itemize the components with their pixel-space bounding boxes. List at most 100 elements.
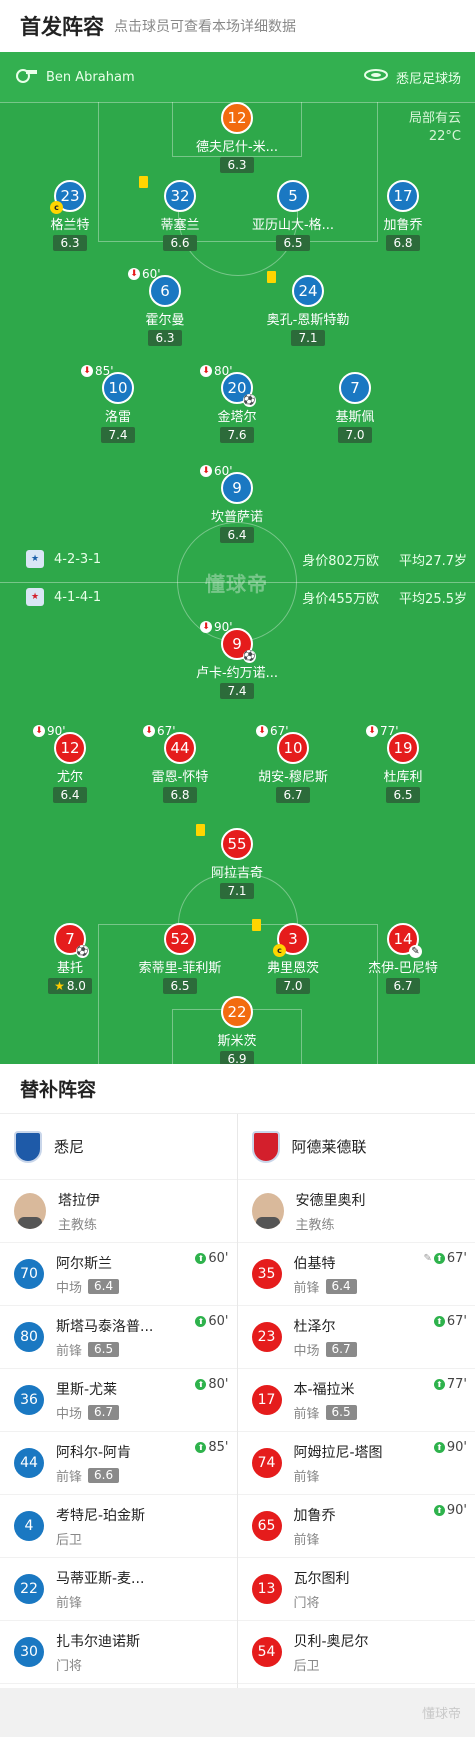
sub-position: 前锋 bbox=[56, 1469, 83, 1485]
sub-row-65[interactable]: 65 加鲁乔 前锋 ⬆ 90' bbox=[237, 1495, 475, 1558]
sub-position: 前锋 bbox=[293, 1280, 320, 1296]
home-coach-row[interactable]: 塔拉伊 主教练 bbox=[0, 1180, 237, 1243]
sub-name: 扎韦尔迪诺斯 bbox=[56, 1633, 140, 1650]
player-name: 阿拉吉奇 bbox=[210, 866, 263, 881]
star-icon: ★ bbox=[54, 979, 65, 993]
sub-number-circle: 74 bbox=[251, 1448, 282, 1478]
player-away-19[interactable]: 19 ⬇ 77' 杜库利 6.5 bbox=[338, 724, 468, 803]
sub-row-80[interactable]: 80 斯塔马泰洛普... 前锋 6.5 ⬆ 60' bbox=[0, 1306, 237, 1369]
sub-position-line: 前锋 6.5 bbox=[56, 1340, 153, 1359]
goal-ball-icon: ⚽ bbox=[243, 650, 256, 663]
player-rating: 7.0 bbox=[276, 978, 310, 994]
sub-info: 扎韦尔迪诺斯 门将 bbox=[56, 1631, 140, 1674]
player-home-20[interactable]: 20 ⚽ ⬇ 80' 金塔尔 7.6 bbox=[172, 364, 302, 443]
home-team-row[interactable]: 悉尼 bbox=[0, 1114, 237, 1180]
sub-row-30[interactable]: 30 扎韦尔迪诺斯 门将 bbox=[0, 1621, 237, 1684]
sub-row-70[interactable]: 70 阿尔斯兰 中场 6.4 ⬆ 60' bbox=[0, 1243, 237, 1306]
sub-off-indicator: ⬇ 67' bbox=[143, 724, 176, 738]
sub-rating: 6.7 bbox=[88, 1404, 120, 1420]
rating-value: 8.0 bbox=[66, 979, 86, 993]
sub-in-indicator: ⬆ 60' bbox=[195, 1251, 229, 1266]
sub-in-indicator: ⬆ 67' bbox=[433, 1314, 467, 1329]
player-home-10[interactable]: 10 ⬇ 85' 洛雷 7.4 bbox=[53, 364, 183, 443]
rating-value: 7.1 bbox=[227, 884, 247, 898]
sub-position: 中场 bbox=[293, 1343, 320, 1359]
sub-position: 后卫 bbox=[56, 1532, 83, 1548]
player-name: 霍尔曼 bbox=[145, 313, 185, 328]
sub-row-54[interactable]: 54 贝利-奥尼尔 后卫 bbox=[237, 1621, 475, 1684]
player-home-24[interactable]: 24 奥孔-恩斯特勒 7.1 bbox=[243, 271, 373, 346]
player-name: 雷恩-怀特 bbox=[151, 770, 209, 785]
player-home-7[interactable]: 7 基斯佩 7.0 bbox=[290, 372, 420, 443]
sub-off-indicator: ⬇ 90' bbox=[200, 620, 233, 634]
sub-row-23[interactable]: 23 杜泽尔 中场 6.7 ⬆ 67' bbox=[237, 1306, 475, 1369]
footer-watermark: 懂球帝 bbox=[421, 1707, 461, 1722]
sub-info: 考特尼-珀金斯 后卫 bbox=[56, 1505, 145, 1548]
player-away-9[interactable]: 9 ⚽ ⬇ 90' 卢卡-约万诺... 7.4 bbox=[172, 620, 302, 699]
sub-row-4[interactable]: 4 考特尼-珀金斯 后卫 bbox=[0, 1495, 237, 1558]
player-number-circle: 5 bbox=[277, 180, 309, 212]
rating-value: 7.0 bbox=[283, 979, 303, 993]
sub-minute: 67' bbox=[157, 724, 176, 738]
sub-row-35[interactable]: 35 伯基特 前锋 6.4 ✎ ⬆ 67' bbox=[237, 1243, 475, 1306]
player-home-12[interactable]: 12 德夫尼什-米... 6.3 bbox=[172, 102, 302, 173]
home-team-badge-icon: ★ bbox=[26, 550, 44, 568]
away-coach-row[interactable]: 安德里奥利 主教练 bbox=[237, 1180, 475, 1243]
sub-off-indicator: ⬇ 85' bbox=[81, 364, 114, 378]
sub-name: 马蒂亚斯-麦... bbox=[56, 1570, 145, 1587]
player-away-44[interactable]: 44 ⬇ 67' 雷恩-怀特 6.8 bbox=[115, 724, 245, 803]
temperature: 22°C bbox=[428, 129, 461, 144]
player-name: 胡安-穆尼斯 bbox=[258, 770, 328, 785]
player-name: 卢卡-约万诺... bbox=[195, 666, 279, 681]
sub-position-line: 后卫 bbox=[56, 1529, 145, 1548]
rating-value: 7.1 bbox=[298, 331, 318, 345]
sub-in-arrow-icon: ⬆ bbox=[195, 1442, 207, 1453]
sub-row-22[interactable]: 22 马蒂亚斯-麦... 前锋 bbox=[0, 1558, 237, 1621]
player-home-9[interactable]: 9 ⬇ 60' 坎普萨诺 6.4 bbox=[172, 464, 302, 543]
sub-in-arrow-icon: ⬆ bbox=[195, 1316, 207, 1327]
sub-row-74[interactable]: 74 阿姆拉尼-塔图 前锋 ⬆ 90' bbox=[237, 1432, 475, 1495]
player-rating: 6.8 bbox=[163, 787, 197, 803]
sub-in-arrow-icon: ⬆ bbox=[433, 1442, 445, 1453]
player-number-circle: 17 bbox=[387, 180, 419, 212]
sub-in-minute: 67' bbox=[446, 1251, 467, 1266]
home-formation: 4-2-3-1 bbox=[54, 551, 102, 567]
player-home-17[interactable]: 17 加鲁乔 6.8 bbox=[338, 180, 468, 251]
sub-name: 阿科尔-阿肯 bbox=[56, 1444, 132, 1461]
sub-in-arrow-icon: ⬆ bbox=[433, 1253, 445, 1264]
away-team-row[interactable]: 阿德莱德联 bbox=[237, 1114, 475, 1180]
sub-minute: 85' bbox=[95, 364, 114, 378]
player-away-22[interactable]: 22 斯米茨 6.9 bbox=[172, 996, 302, 1064]
player-rating: 6.4 bbox=[220, 527, 254, 543]
sub-info: 阿尔斯兰 中场 6.4 bbox=[56, 1253, 120, 1296]
sub-name: 伯基特 bbox=[293, 1255, 336, 1272]
sub-position-line: 中场 6.7 bbox=[294, 1340, 357, 1359]
sub-position-line: 前锋 6.4 bbox=[294, 1277, 357, 1296]
sub-off-indicator: ⬇ 60' bbox=[128, 267, 161, 281]
sub-number-circle: 17 bbox=[251, 1385, 282, 1415]
player-away-52[interactable]: 52 索蒂里-菲利斯 6.5 bbox=[115, 923, 245, 994]
rating-value: 6.7 bbox=[393, 979, 413, 993]
sub-off-icon: ⬇ bbox=[143, 725, 155, 737]
player-home-32[interactable]: 32 蒂塞兰 6.6 bbox=[115, 176, 245, 251]
coach-avatar bbox=[251, 1193, 284, 1229]
sub-minute: 90' bbox=[47, 724, 66, 738]
away-value: 身价455万欧 bbox=[302, 591, 380, 607]
sub-position-line: 中场 6.4 bbox=[56, 1277, 120, 1296]
player-rating: 7.6 bbox=[220, 427, 254, 443]
player-away-14[interactable]: 14 ✎ 杰伊-巴尼特 6.7 bbox=[338, 923, 468, 994]
player-away-55[interactable]: 55 阿拉吉奇 7.1 bbox=[172, 824, 302, 899]
sub-row-36[interactable]: 36 里斯-尤莱 中场 6.7 ⬆ 80' bbox=[0, 1369, 237, 1432]
rating-value: 7.6 bbox=[227, 428, 247, 442]
subs-columns: 悉尼 塔拉伊 主教练 70 阿尔斯兰 中场 6.4 ⬆ 60' 80 斯塔马泰洛普... 前锋 6… bbox=[0, 1114, 475, 1688]
sub-position: 前锋 bbox=[293, 1469, 320, 1485]
sub-row-44[interactable]: 44 阿科尔-阿肯 前锋 6.6 ⬆ 85' bbox=[0, 1432, 237, 1495]
player-home-6[interactable]: 6 ⬇ 60' 霍尔曼 6.3 bbox=[100, 267, 230, 346]
player-rating: 6.7 bbox=[276, 787, 310, 803]
sub-info: 杜泽尔 中场 6.7 bbox=[294, 1316, 357, 1359]
sub-in-indicator: ⬆ 80' bbox=[195, 1377, 229, 1392]
sub-row-13[interactable]: 13 瓦尔图利 门将 bbox=[237, 1558, 475, 1621]
sub-row-17[interactable]: 17 本-福拉米 前锋 6.5 ⬆ 77' bbox=[237, 1369, 475, 1432]
yellow-card-icon bbox=[267, 271, 276, 283]
sub-number-circle: 22 bbox=[14, 1574, 44, 1604]
